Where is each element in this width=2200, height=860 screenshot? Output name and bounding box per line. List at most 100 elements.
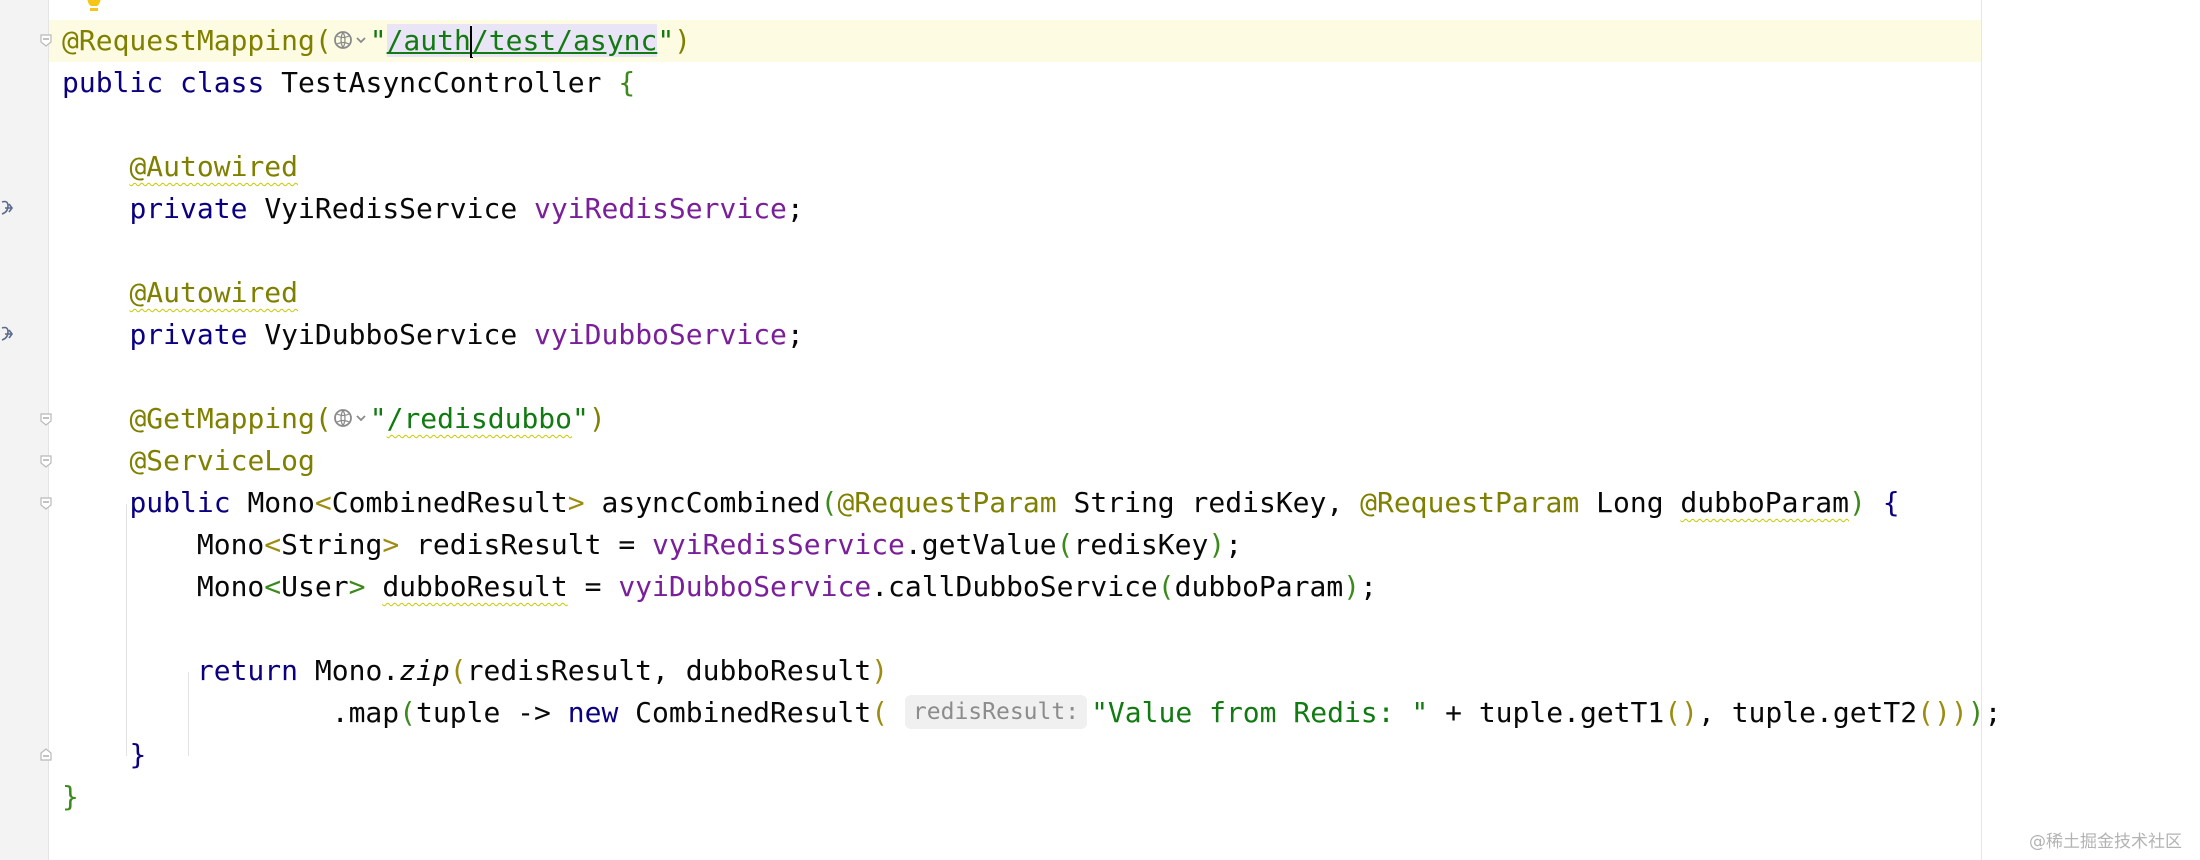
paren: () bbox=[1917, 696, 1951, 729]
method-call: tuple.getT1 bbox=[1478, 696, 1665, 729]
keyword: return bbox=[196, 654, 299, 687]
spring-bean-icon[interactable] bbox=[0, 324, 16, 346]
type-name: CombinedResult bbox=[331, 486, 568, 519]
paren: ) bbox=[1967, 696, 1985, 729]
type-name: Mono bbox=[247, 486, 315, 519]
code-line-14[interactable]: Mono<User> dubboResult = vyiDubboService… bbox=[62, 566, 1377, 608]
comma: , bbox=[1697, 696, 1715, 729]
method-name: asyncCombined bbox=[601, 486, 821, 519]
method-call: zip bbox=[399, 654, 450, 687]
keyword: private bbox=[129, 192, 248, 225]
type-name: Mono bbox=[196, 528, 265, 561]
fold-marker-icon[interactable] bbox=[39, 33, 53, 47]
string-quote: " bbox=[369, 24, 387, 57]
variable-name: redisResult bbox=[416, 528, 602, 561]
paren: ) bbox=[1950, 696, 1968, 729]
annotation: @Autowired bbox=[129, 276, 299, 309]
parameter-hint: redisResult: bbox=[904, 695, 1088, 729]
type-name: User bbox=[281, 570, 349, 603]
brace: { bbox=[618, 66, 636, 99]
code-line-11[interactable]: @ServiceLog bbox=[62, 440, 315, 482]
annotation: @GetMapping( bbox=[129, 402, 332, 435]
keyword: private bbox=[129, 318, 248, 351]
fold-marker-icon[interactable] bbox=[39, 454, 53, 468]
code-line-1[interactable]: @RequestMapping("/auth/test/async") bbox=[62, 20, 691, 62]
paren: ( bbox=[820, 486, 838, 519]
type-name: Mono. bbox=[314, 654, 400, 687]
code-line-13[interactable]: Mono<String> redisResult = vyiRedisServi… bbox=[62, 524, 1242, 566]
fold-marker-icon[interactable] bbox=[39, 496, 53, 510]
paren: ( bbox=[449, 654, 467, 687]
annotation: @ServiceLog bbox=[129, 444, 315, 477]
annotation: @RequestParam bbox=[1360, 486, 1580, 519]
fold-marker-icon[interactable] bbox=[39, 748, 53, 762]
code-line-17[interactable]: .map(tuple -> new CombinedResult( redisR… bbox=[62, 692, 2001, 734]
semicolon: ; bbox=[1360, 570, 1377, 603]
angle-bracket: < bbox=[264, 570, 282, 603]
string-quote: " bbox=[369, 402, 387, 435]
angle-bracket: > bbox=[348, 570, 366, 603]
code-line-19[interactable]: } bbox=[62, 776, 79, 818]
angle-bracket: > bbox=[382, 528, 400, 561]
method-call: .map bbox=[331, 696, 400, 729]
code-line-10[interactable]: @GetMapping("/redisdubbo") bbox=[62, 398, 606, 440]
fold-marker-icon[interactable] bbox=[39, 412, 53, 426]
annotation: @RequestMapping( bbox=[62, 24, 332, 57]
lambda: tuple -> bbox=[416, 696, 551, 729]
code-line-2[interactable]: public class TestAsyncController { bbox=[62, 62, 635, 104]
string-literal: "Value from Redis: " bbox=[1091, 696, 1429, 729]
code-line-4[interactable]: @Autowired bbox=[62, 146, 298, 188]
paren: ( bbox=[399, 696, 417, 729]
type-name: VyiDubboService bbox=[264, 318, 518, 351]
field-name: vyiRedisService bbox=[652, 528, 905, 561]
url-segment[interactable]: /redisdubbo bbox=[387, 402, 572, 435]
brace: } bbox=[129, 738, 147, 771]
method-call: tuple.getT2 bbox=[1731, 696, 1918, 729]
paren: ) bbox=[1343, 570, 1361, 603]
code-line-16[interactable]: return Mono.zip(redisResult, dubboResult… bbox=[62, 650, 888, 692]
paren: ) bbox=[1849, 486, 1866, 519]
angle-bracket: < bbox=[314, 486, 332, 519]
type-name: CombinedResult bbox=[635, 696, 872, 729]
editor-gutter[interactable] bbox=[0, 0, 49, 860]
paren: ) bbox=[674, 24, 692, 57]
semicolon: ; bbox=[1984, 696, 2002, 729]
annotation: @Autowired bbox=[129, 150, 299, 183]
watermark: @稀土掘金技术社区 bbox=[2029, 832, 2182, 852]
url-segment[interactable]: /test/async bbox=[471, 24, 658, 57]
code-line-8[interactable]: private VyiDubboService vyiDubboService; bbox=[62, 314, 804, 356]
keyword: class bbox=[180, 66, 265, 99]
lightbulb-icon[interactable] bbox=[82, 0, 106, 16]
operator: = bbox=[584, 570, 602, 603]
code-line-5[interactable]: private VyiRedisService vyiRedisService; bbox=[62, 188, 804, 230]
argument: redisKey bbox=[1073, 528, 1209, 561]
string-quote: " bbox=[657, 24, 675, 57]
code-line-7[interactable]: @Autowired bbox=[62, 272, 298, 314]
code-line-18[interactable]: } bbox=[62, 734, 146, 776]
globe-icon[interactable] bbox=[332, 26, 370, 54]
type-name: String bbox=[281, 528, 383, 561]
code-line-12[interactable]: public Mono<CombinedResult> asyncCombine… bbox=[62, 482, 1900, 524]
paren: ) bbox=[588, 402, 606, 435]
semicolon: ; bbox=[786, 318, 804, 351]
type-name: VyiRedisService bbox=[264, 192, 518, 225]
semicolon: ; bbox=[1225, 528, 1243, 561]
type-name: Long bbox=[1596, 486, 1664, 519]
paren: ) bbox=[871, 654, 889, 687]
semicolon: ; bbox=[786, 192, 804, 225]
code-editor[interactable]: @RequestMapping("/auth/test/async") publ… bbox=[0, 0, 2200, 860]
url-segment[interactable]: /auth bbox=[386, 24, 471, 57]
angle-bracket: < bbox=[264, 528, 282, 561]
brace: } bbox=[62, 780, 79, 813]
paren: () bbox=[1664, 696, 1698, 729]
angle-bracket: > bbox=[567, 486, 585, 519]
spring-bean-icon[interactable] bbox=[0, 198, 16, 220]
class-name: TestAsyncController bbox=[281, 66, 602, 99]
globe-icon[interactable] bbox=[332, 404, 370, 432]
brace: { bbox=[1882, 486, 1900, 519]
type-name: String bbox=[1073, 486, 1175, 519]
field-name: vyiRedisService bbox=[534, 192, 787, 225]
argument: dubboParam bbox=[1174, 570, 1344, 603]
paren: ( bbox=[871, 696, 889, 729]
annotation: @RequestParam bbox=[837, 486, 1057, 519]
